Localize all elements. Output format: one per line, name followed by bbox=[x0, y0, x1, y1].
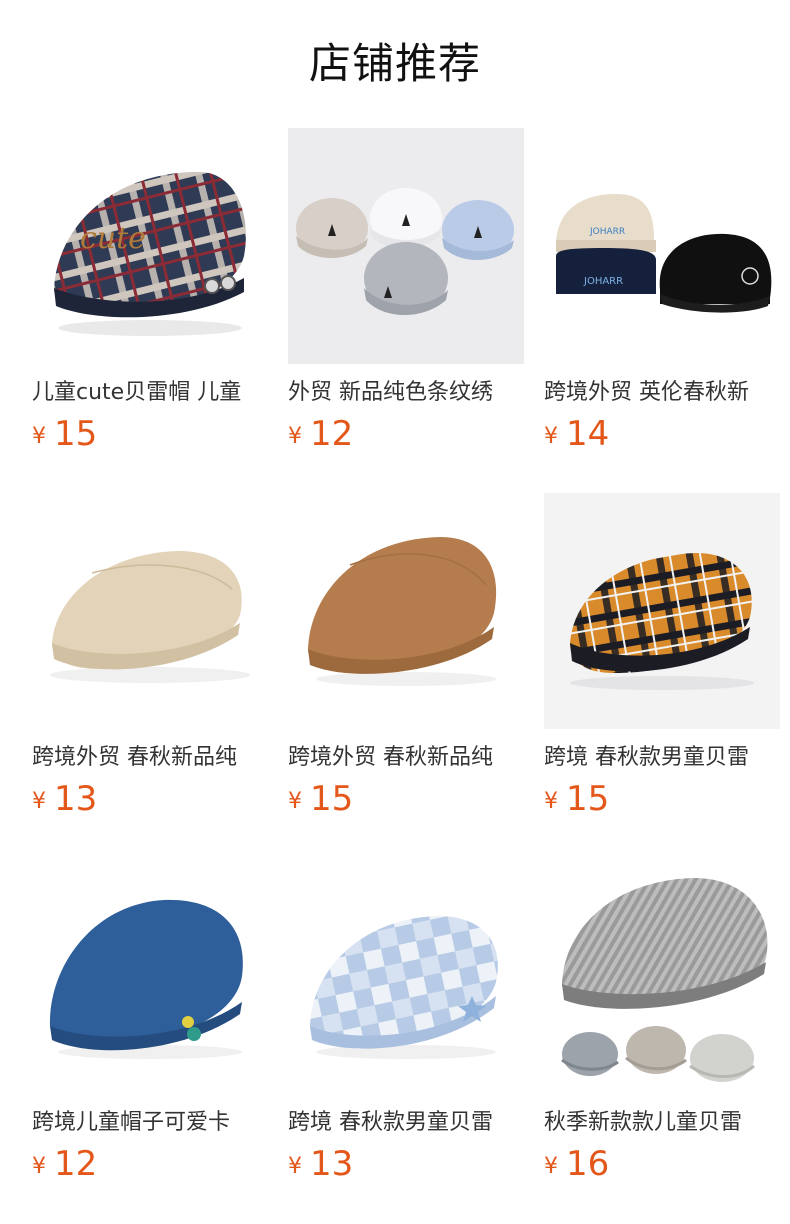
currency-symbol: ¥ bbox=[288, 424, 302, 449]
product-name[interactable]: 跨境外贸 春秋新品纯 bbox=[32, 743, 268, 773]
svg-text:cute: cute bbox=[80, 221, 146, 256]
product-card[interactable]: JOHARR JOHARR 跨境外贸 英伦春秋新 ¥14 bbox=[544, 128, 780, 468]
price-amount: 15 bbox=[310, 779, 354, 819]
product-price: ¥15 bbox=[544, 779, 609, 819]
currency-symbol: ¥ bbox=[32, 1154, 46, 1179]
product-price: ¥13 bbox=[32, 779, 97, 819]
product-name[interactable]: 跨境 春秋款男童贝雷 bbox=[544, 743, 780, 773]
beige-beret-icon bbox=[50, 551, 250, 683]
product-name[interactable]: 外贸 新品纯色条纹绣 bbox=[288, 378, 524, 408]
product-image[interactable] bbox=[288, 128, 524, 364]
brown-beret-icon bbox=[308, 537, 497, 686]
product-price: ¥15 bbox=[288, 779, 353, 819]
product-image[interactable] bbox=[544, 858, 780, 1094]
svg-text:JOHARR: JOHARR bbox=[583, 276, 623, 287]
price-amount: 12 bbox=[54, 1144, 98, 1184]
product-name[interactable]: 跨境外贸 春秋新品纯 bbox=[288, 743, 524, 773]
price-amount: 13 bbox=[310, 1144, 354, 1184]
svg-text:JOHARR: JOHARR bbox=[589, 227, 625, 237]
product-price: ¥15 bbox=[32, 414, 97, 454]
product-name[interactable]: 跨境 春秋款男童贝雷 bbox=[288, 1108, 524, 1138]
product-card[interactable]: 跨境 春秋款男童贝雷 ¥13 bbox=[288, 858, 524, 1198]
cap-trio-icon: JOHARR JOHARR bbox=[556, 194, 772, 313]
product-card[interactable]: 跨境儿童帽子可爱卡 ¥12 bbox=[32, 858, 268, 1198]
product-image[interactable]: JOHARR JOHARR bbox=[544, 128, 780, 364]
price-amount: 15 bbox=[54, 414, 98, 454]
product-image[interactable] bbox=[288, 858, 524, 1094]
product-image[interactable] bbox=[288, 493, 524, 729]
product-image[interactable] bbox=[544, 493, 780, 729]
price-amount: 16 bbox=[566, 1144, 610, 1184]
price-amount: 14 bbox=[566, 414, 610, 454]
product-card[interactable]: 秋季新款款儿童贝雷 ¥16 bbox=[544, 858, 780, 1198]
price-amount: 13 bbox=[54, 779, 98, 819]
product-card[interactable]: 跨境外贸 春秋新品纯 ¥15 bbox=[288, 493, 524, 833]
plaid-navy-beret-icon: cute bbox=[54, 171, 246, 336]
orange-plaid-beret-icon bbox=[544, 493, 780, 729]
product-price: ¥12 bbox=[288, 414, 353, 454]
currency-symbol: ¥ bbox=[544, 424, 558, 449]
grey-tweed-beret-icon bbox=[561, 878, 768, 1082]
currency-symbol: ¥ bbox=[32, 424, 46, 449]
product-price: ¥14 bbox=[544, 414, 609, 454]
product-name[interactable]: 儿童cute贝雷帽 儿童 bbox=[32, 378, 268, 408]
blue-check-beret-icon bbox=[310, 916, 498, 1059]
page-title: 店铺推荐 bbox=[308, 39, 481, 88]
product-price: ¥12 bbox=[32, 1144, 97, 1184]
product-image[interactable] bbox=[32, 858, 268, 1094]
product-image[interactable] bbox=[32, 493, 268, 729]
product-price: ¥16 bbox=[544, 1144, 609, 1184]
product-card[interactable]: 跨境外贸 春秋新品纯 ¥13 bbox=[32, 493, 268, 833]
currency-symbol: ¥ bbox=[544, 789, 558, 814]
currency-symbol: ¥ bbox=[32, 789, 46, 814]
product-name[interactable]: 秋季新款款儿童贝雷 bbox=[544, 1108, 780, 1138]
price-amount: 15 bbox=[566, 779, 610, 819]
striped-caps-group-icon bbox=[288, 128, 524, 364]
product-card[interactable]: 外贸 新品纯色条纹绣 ¥12 bbox=[288, 128, 524, 468]
product-name[interactable]: 跨境儿童帽子可爱卡 bbox=[32, 1108, 268, 1138]
currency-symbol: ¥ bbox=[288, 789, 302, 814]
currency-symbol: ¥ bbox=[544, 1154, 558, 1179]
product-price: ¥13 bbox=[288, 1144, 353, 1184]
denim-beret-icon bbox=[49, 899, 243, 1059]
product-card[interactable]: cute 儿童cute贝雷帽 儿童 ¥15 bbox=[32, 128, 268, 468]
product-card[interactable]: 跨境 春秋款男童贝雷 ¥15 bbox=[544, 493, 780, 833]
price-amount: 12 bbox=[310, 414, 354, 454]
product-name[interactable]: 跨境外贸 英伦春秋新 bbox=[544, 378, 780, 408]
product-image[interactable]: cute bbox=[32, 128, 268, 364]
currency-symbol: ¥ bbox=[288, 1154, 302, 1179]
